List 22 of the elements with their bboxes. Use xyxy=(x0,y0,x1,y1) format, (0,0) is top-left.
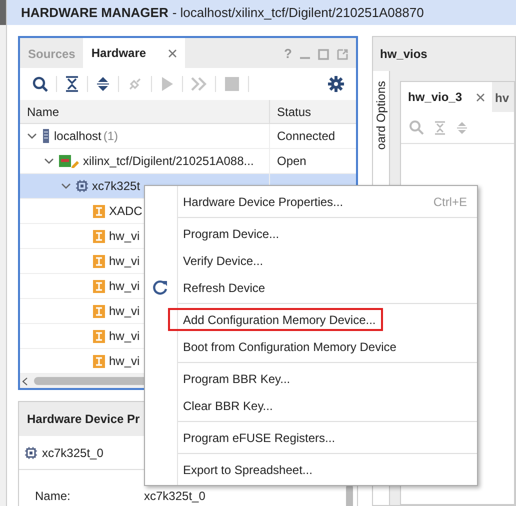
shortcut-text: Ctrl+E xyxy=(433,194,467,210)
node-label: hw_vi xyxy=(109,228,140,245)
node-label: XADC xyxy=(109,203,142,220)
highlight-frame: Add Configuration Memory Device... xyxy=(168,308,383,331)
node-label: hw_vi xyxy=(109,278,140,295)
field-label: Name: xyxy=(35,488,72,505)
node-label: xc7k325t xyxy=(92,178,140,195)
node-label: hw_vi xyxy=(109,253,140,270)
title-bar-path: - localhost/xilinx_tcf/Digilent/210251A08870 xyxy=(172,4,424,22)
panel-title: hw_vios xyxy=(380,46,428,63)
device-name: xc7k325t_0 xyxy=(42,444,104,462)
panel-title: Hardware Device Pr xyxy=(27,411,140,428)
node-count: (1) xyxy=(103,128,118,145)
node-label: xilinx_tcf/Digilent/210251A088... xyxy=(83,153,254,170)
node-label: hw_vi xyxy=(109,303,140,320)
status-text: Connected xyxy=(277,128,336,145)
node-label: localhost xyxy=(54,128,102,145)
status-text: Open xyxy=(277,153,306,170)
node-label: hw_vi xyxy=(109,353,140,370)
node-label: hw_vi xyxy=(109,328,140,345)
title-bar-title: HARDWARE MANAGER xyxy=(21,4,168,22)
field-value: xc7k325t_0 xyxy=(144,488,206,505)
